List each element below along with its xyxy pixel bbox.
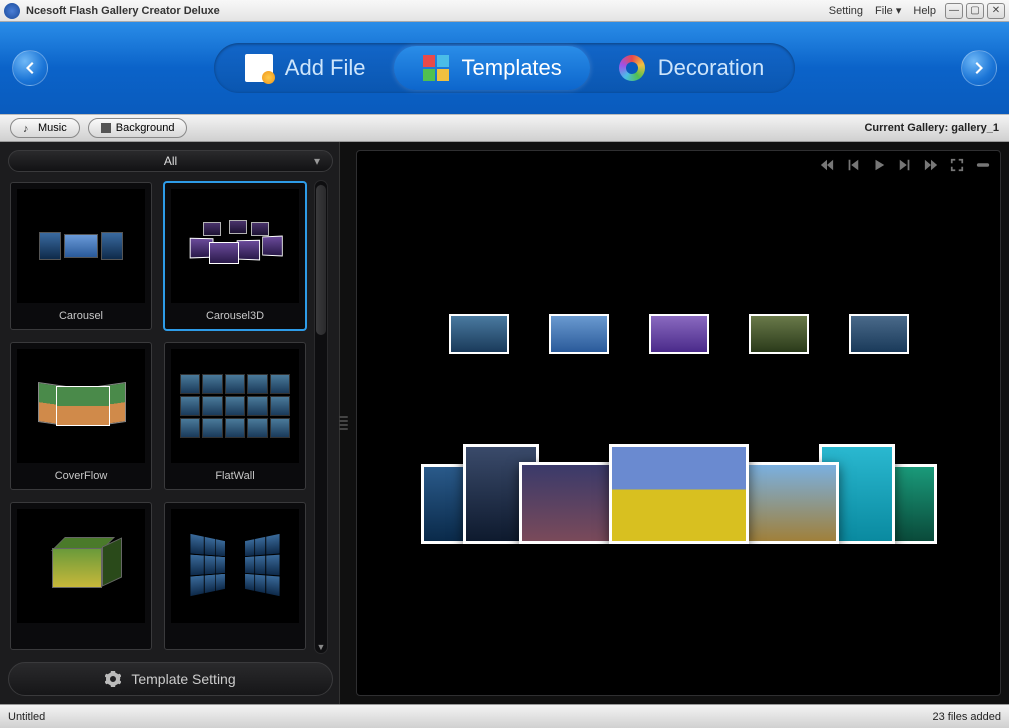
app-icon: [4, 3, 20, 19]
more-button[interactable]: [974, 157, 992, 173]
template-thumb: [171, 349, 299, 463]
next-icon: [898, 158, 912, 172]
template-scroll: Carousel Carousel3D CoverFlow: [8, 180, 333, 654]
template-label: CoverFlow: [11, 463, 151, 489]
background-icon: [101, 123, 111, 133]
main-area: All Carousel Carousel3D: [0, 142, 1009, 704]
background-button[interactable]: Background: [88, 118, 188, 138]
music-button-label: Music: [38, 122, 67, 134]
music-button[interactable]: ♪ Music: [10, 118, 80, 138]
nav-add-file[interactable]: Add File: [217, 46, 394, 90]
template-scrollbar[interactable]: ▲ ▼: [314, 180, 328, 654]
fullscreen-icon: [950, 158, 964, 172]
panel-splitter[interactable]: [340, 142, 348, 704]
minimize-button[interactable]: —: [945, 3, 963, 19]
rewind-button[interactable]: [818, 157, 836, 173]
document-name: Untitled: [8, 711, 45, 723]
top-nav: Add File Templates Decoration: [0, 22, 1009, 114]
template-item-carousel[interactable]: Carousel: [10, 182, 152, 330]
sub-toolbar: ♪ Music Background Current Gallery: gall…: [0, 114, 1009, 142]
preview-panel: [348, 142, 1009, 704]
template-filter-label: All: [164, 154, 177, 168]
nav-decoration-label: Decoration: [658, 55, 764, 81]
template-setting-label: Template Setting: [131, 671, 235, 687]
template-thumb: [17, 189, 145, 303]
play-icon: [872, 158, 886, 172]
play-button[interactable]: [870, 157, 888, 173]
templates-icon: [422, 54, 450, 82]
chevron-down-icon: ▾: [896, 5, 902, 17]
drag-handle-icon: [339, 403, 348, 443]
current-gallery-label: Current Gallery:: [864, 122, 951, 134]
nav-next-button[interactable]: [961, 50, 997, 86]
nav-pill-group: Add File Templates Decoration: [214, 43, 795, 93]
template-label: FlatWall: [165, 463, 305, 489]
template-filter-dropdown[interactable]: All: [8, 150, 333, 172]
template-item-cube[interactable]: [10, 502, 152, 650]
prev-icon: [846, 158, 860, 172]
template-grid: Carousel Carousel3D CoverFlow: [8, 180, 308, 654]
scroll-down-icon[interactable]: ▼: [315, 641, 327, 653]
titlebar: Ncesoft Flash Gallery Creator Deluxe Set…: [0, 0, 1009, 22]
background-button-label: Background: [116, 122, 175, 134]
chevron-left-icon: [22, 60, 38, 76]
player-controls: [818, 157, 992, 173]
next-button[interactable]: [896, 157, 914, 173]
template-label: [11, 623, 151, 649]
template-item-carousel3d[interactable]: Carousel3D: [164, 182, 306, 330]
menu-help[interactable]: Help: [913, 5, 936, 17]
template-item-flatwall[interactable]: FlatWall: [164, 342, 306, 490]
carousel3d-preview: [399, 314, 959, 554]
menu-file[interactable]: File ▾: [875, 4, 901, 17]
forward-button[interactable]: [922, 157, 940, 173]
template-label: [165, 623, 305, 649]
nav-add-file-label: Add File: [285, 55, 366, 81]
music-icon: ♪: [23, 123, 33, 133]
rewind-icon: [820, 158, 834, 172]
decoration-icon: [618, 54, 646, 82]
add-file-icon: [245, 54, 273, 82]
fullscreen-button[interactable]: [948, 157, 966, 173]
menu-file-label: File: [875, 5, 893, 17]
preview-area: [356, 150, 1001, 696]
forward-icon: [924, 158, 938, 172]
current-gallery: Current Gallery: gallery_1: [864, 122, 999, 134]
template-thumb: [171, 509, 299, 623]
gear-icon: [105, 671, 121, 687]
template-thumb: [171, 189, 299, 303]
maximize-button[interactable]: ▢: [966, 3, 984, 19]
template-thumb: [17, 509, 145, 623]
scroll-thumb[interactable]: [316, 185, 326, 335]
nav-prev-button[interactable]: [12, 50, 48, 86]
templates-panel: All Carousel Carousel3D: [0, 142, 340, 704]
nav-decoration[interactable]: Decoration: [590, 46, 792, 90]
nav-templates-label: Templates: [462, 55, 562, 81]
menu-setting[interactable]: Setting: [829, 5, 863, 17]
template-setting-button[interactable]: Template Setting: [8, 662, 333, 696]
files-added-count: 23 files added: [933, 711, 1002, 723]
more-icon: [976, 158, 990, 172]
close-button[interactable]: ✕: [987, 3, 1005, 19]
template-thumb: [17, 349, 145, 463]
status-bar: Untitled 23 files added: [0, 704, 1009, 728]
template-label: Carousel: [11, 303, 151, 329]
prev-button[interactable]: [844, 157, 862, 173]
app-title: Ncesoft Flash Gallery Creator Deluxe: [26, 5, 220, 17]
current-gallery-name: gallery_1: [951, 122, 999, 134]
nav-templates[interactable]: Templates: [394, 46, 590, 90]
template-label: Carousel3D: [165, 303, 305, 329]
template-item-wall3d[interactable]: [164, 502, 306, 650]
template-item-coverflow[interactable]: CoverFlow: [10, 342, 152, 490]
chevron-right-icon: [971, 60, 987, 76]
